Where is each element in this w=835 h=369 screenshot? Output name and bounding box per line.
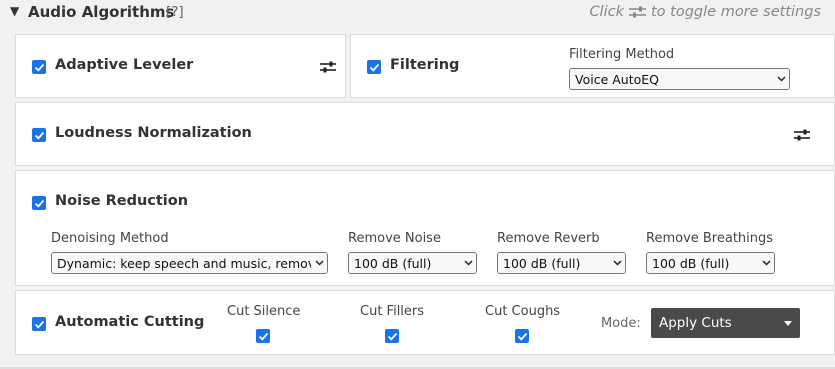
hint-suffix: to toggle more settings (651, 4, 821, 20)
remove-breathings-select[interactable]: 100 dB (full) (646, 252, 775, 274)
cut-silence-checkbox[interactable] (256, 329, 270, 343)
loudness-normalization-label[interactable]: Loudness Normalization (55, 125, 252, 141)
cut-fillers-checkbox[interactable] (385, 329, 399, 343)
chevron-down-icon (311, 253, 327, 273)
automatic-cutting-label[interactable]: Automatic Cutting (55, 314, 204, 330)
chevron-down-icon (460, 253, 476, 273)
chevron-down-icon (609, 253, 625, 273)
remove-noise-select[interactable]: 100 dB (full) (348, 252, 477, 274)
denoising-method-label: Denoising Method (51, 231, 169, 246)
chevron-down-icon (758, 253, 774, 273)
hint-prefix: Click (589, 4, 624, 20)
cut-coughs-label: Cut Coughs (485, 304, 561, 319)
remove-noise-value: 100 dB (full) (354, 255, 432, 271)
mode-value: Apply Cuts (659, 315, 732, 331)
automatic-cutting-panel: Automatic Cutting Cut Silence Cut Filler… (15, 290, 835, 355)
filtering-method-label: Filtering Method (569, 47, 675, 62)
noise-reduction-panel: Noise Reduction Denoising Method Dynamic… (15, 170, 835, 286)
cut-fillers-label: Cut Fillers (360, 304, 425, 319)
settings-sliders-icon[interactable] (320, 61, 336, 73)
denoising-method-value: Dynamic: keep speech and music, remove e… (57, 255, 311, 271)
filtering-method-value: Voice AutoEQ (575, 71, 659, 87)
remove-reverb-select[interactable]: 100 dB (full) (497, 252, 626, 274)
adaptive-leveler-panel: Adaptive Leveler (15, 34, 346, 98)
remove-breathings-value: 100 dB (full) (652, 255, 730, 271)
chevron-down-icon (773, 69, 789, 89)
filtering-panel: Filtering Filtering Method Voice AutoEQ (350, 34, 835, 98)
mode-label: Mode: (601, 316, 641, 331)
remove-breathings-label: Remove Breathings (646, 231, 774, 246)
help-link[interactable]: [?] (166, 4, 184, 20)
toggle-hint: Click to toggle more settings (589, 4, 821, 20)
section-header: ▼ Audio Algorithms [?] Click to toggle m… (0, 0, 835, 26)
noise-reduction-checkbox[interactable] (32, 196, 46, 210)
automatic-cutting-checkbox[interactable] (32, 317, 46, 331)
noise-reduction-label[interactable]: Noise Reduction (55, 193, 188, 209)
filtering-checkbox[interactable] (367, 60, 381, 74)
cut-coughs-checkbox[interactable] (515, 329, 529, 343)
settings-sliders-icon[interactable] (794, 129, 810, 141)
filtering-method-select[interactable]: Voice AutoEQ (569, 68, 790, 90)
adaptive-leveler-label[interactable]: Adaptive Leveler (55, 57, 193, 73)
section-title[interactable]: Audio Algorithms (28, 3, 174, 21)
loudness-normalization-checkbox[interactable] (32, 128, 46, 142)
mode-select[interactable]: Apply Cuts (651, 308, 800, 338)
remove-reverb-label: Remove Reverb (497, 231, 600, 246)
sliders-icon (629, 6, 646, 18)
caret-down-icon (776, 320, 800, 326)
denoising-method-select[interactable]: Dynamic: keep speech and music, remove e… (51, 252, 328, 274)
filtering-label[interactable]: Filtering (390, 57, 459, 73)
adaptive-leveler-checkbox[interactable] (32, 60, 46, 74)
loudness-normalization-panel: Loudness Normalization (15, 102, 835, 166)
collapse-caret-icon[interactable]: ▼ (10, 4, 19, 18)
remove-reverb-value: 100 dB (full) (503, 255, 581, 271)
cut-silence-label: Cut Silence (227, 304, 301, 319)
remove-noise-label: Remove Noise (348, 231, 441, 246)
